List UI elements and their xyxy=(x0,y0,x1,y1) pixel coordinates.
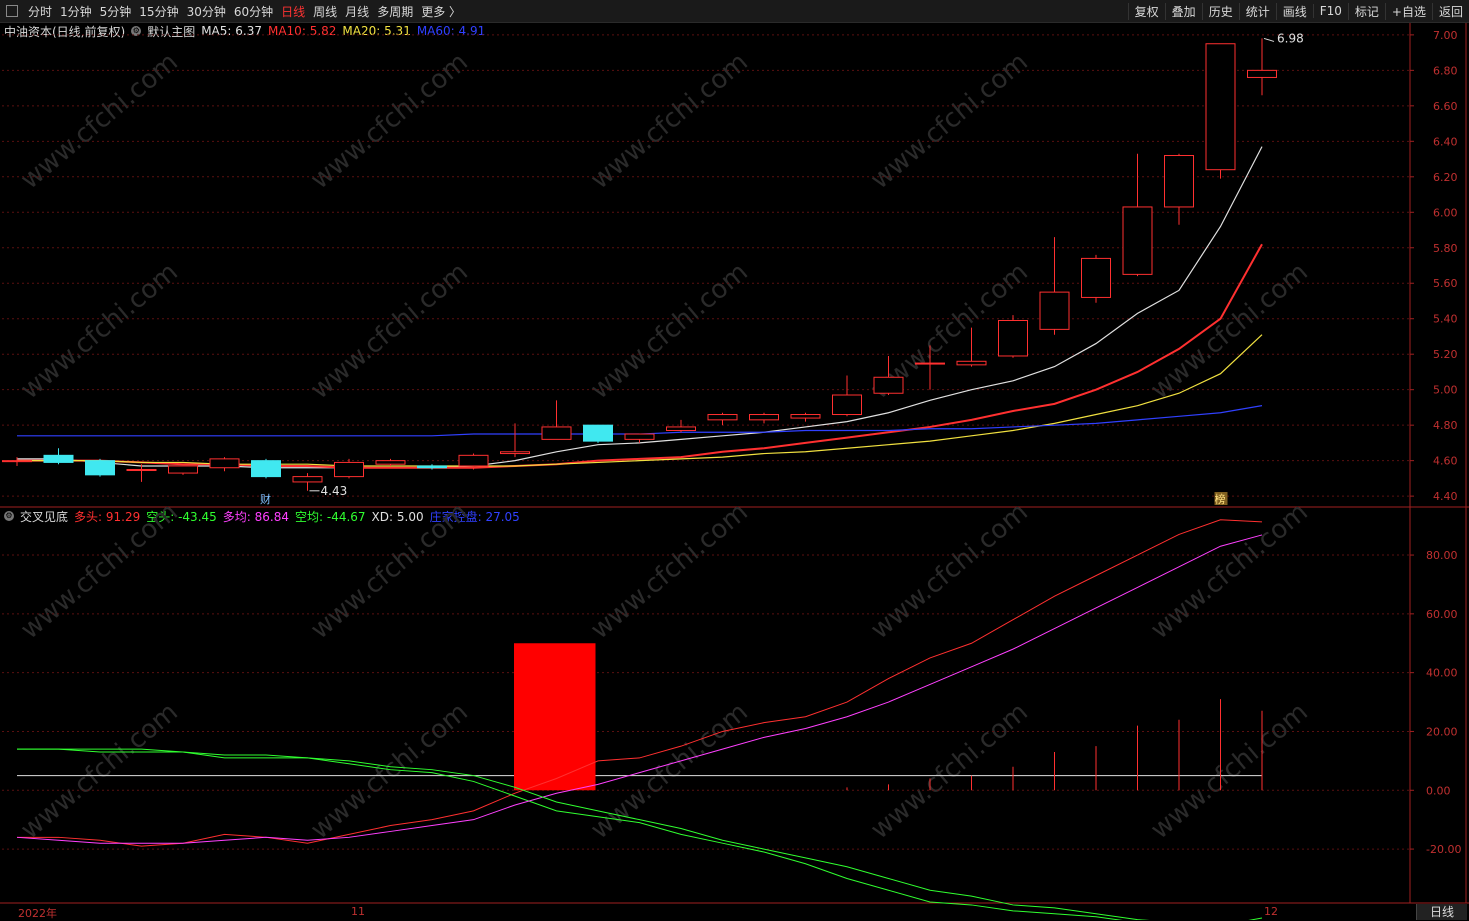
candle-body-5 xyxy=(209,458,240,469)
candle-body-19 xyxy=(790,414,821,419)
main-tick-label-10: 5.00 xyxy=(1433,384,1458,397)
candle-body-6 xyxy=(251,460,281,478)
watermark-16: www.cfchi.com xyxy=(585,697,754,845)
candle-body-16 xyxy=(666,426,696,431)
candle-body-28 xyxy=(1164,155,1194,208)
candle-body-12 xyxy=(500,451,530,455)
sub-tick-label-2: 40.00 xyxy=(1426,667,1458,680)
candle-body-20 xyxy=(832,394,862,416)
main-tick-label-0: 7.00 xyxy=(1433,29,1458,42)
main-tick-label-1: 6.80 xyxy=(1433,64,1458,77)
candle-body-26 xyxy=(1081,257,1111,298)
indicator-line-空头-1 xyxy=(17,748,1263,920)
candle-body-23 xyxy=(956,360,987,366)
watermark-10: www.cfchi.com xyxy=(305,497,474,645)
candle-body-24 xyxy=(998,319,1028,357)
main-tick-label-13: 4.40 xyxy=(1433,490,1458,503)
main-tick-label-12: 4.60 xyxy=(1433,455,1458,468)
candle-body-13 xyxy=(541,426,572,440)
sub-tick-label-0: 80.00 xyxy=(1426,549,1458,562)
main-tick-label-11: 4.80 xyxy=(1433,419,1458,432)
candle-body-15 xyxy=(624,433,655,440)
candle-body-3 xyxy=(126,469,157,472)
main-tick-label-3: 6.40 xyxy=(1433,135,1458,148)
ma-line-MA60 xyxy=(17,405,1263,437)
watermark-6: www.cfchi.com xyxy=(585,257,754,405)
candle-body-29 xyxy=(1205,43,1236,171)
candle-body-8 xyxy=(334,461,364,478)
candle-body-17 xyxy=(707,414,738,421)
main-tick-label-5: 6.00 xyxy=(1433,206,1458,219)
x-label-11: 11 xyxy=(351,905,365,918)
main-tick-label-9: 5.20 xyxy=(1433,348,1458,361)
high-annotation: 6.98 xyxy=(1277,31,1304,45)
watermark-3: www.cfchi.com xyxy=(865,47,1034,195)
sub-tick-label-3: 20.00 xyxy=(1426,725,1458,738)
high-arrow xyxy=(1263,37,1275,42)
cross-signal-block xyxy=(514,643,596,791)
bang-marker: 榜 xyxy=(1215,492,1226,506)
sub-tick-label-1: 60.00 xyxy=(1426,608,1458,621)
watermark-12: www.cfchi.com xyxy=(865,497,1034,645)
candle-body-22 xyxy=(915,362,945,365)
main-tick-label-8: 5.40 xyxy=(1433,313,1458,326)
watermark-0: www.cfchi.com xyxy=(15,47,184,195)
candle-body-1 xyxy=(43,454,74,463)
watermark-18: www.cfchi.com xyxy=(1145,697,1314,845)
sub-tick-label-5: -20.00 xyxy=(1426,843,1461,856)
candle-body-18 xyxy=(749,414,779,421)
candle-body-11 xyxy=(458,454,489,467)
low-annotation: 4.43 xyxy=(321,484,348,498)
watermark-17: www.cfchi.com xyxy=(865,697,1034,845)
main-tick-label-7: 5.60 xyxy=(1433,277,1458,290)
watermark-14: www.cfchi.com xyxy=(15,697,184,845)
candle-body-7 xyxy=(292,476,323,483)
watermark-2: www.cfchi.com xyxy=(585,47,754,195)
candle-body-27 xyxy=(1122,206,1153,275)
watermark-1: www.cfchi.com xyxy=(305,47,474,195)
candle-body-0 xyxy=(2,460,32,463)
stock-chart[interactable]: www.cfchi.com www.cfchi.com www.cfchi.com w… xyxy=(0,0,1469,920)
candle-body-9 xyxy=(375,460,406,465)
cai-marker: 财 xyxy=(260,492,271,506)
indicator-line-空均-3 xyxy=(17,748,1150,920)
watermark-8: www.cfchi.com xyxy=(1145,257,1314,405)
candle-body-14 xyxy=(583,424,613,442)
watermark-5: www.cfchi.com xyxy=(305,257,474,405)
x-label-12: 12 xyxy=(1264,905,1278,918)
candle-body-4 xyxy=(168,465,198,474)
main-tick-label-2: 6.60 xyxy=(1433,100,1458,113)
watermark-9: www.cfchi.com xyxy=(15,497,184,645)
watermark-11: www.cfchi.com xyxy=(585,497,754,645)
candle-body-10 xyxy=(417,465,447,469)
sub-tick-label-4: 0.00 xyxy=(1426,784,1451,797)
x-label-2022: 2022年 xyxy=(18,907,57,920)
main-tick-label-4: 6.20 xyxy=(1433,171,1458,184)
period-tag[interactable]: 日线 xyxy=(1416,904,1467,920)
candle-body-21 xyxy=(873,376,904,394)
candle-body-30 xyxy=(1247,69,1277,78)
ma-line-MA5 xyxy=(17,146,1263,469)
candle-body-25 xyxy=(1039,291,1070,330)
candle-body-2 xyxy=(85,460,115,476)
watermark-4: www.cfchi.com xyxy=(15,257,184,405)
main-tick-label-6: 5.80 xyxy=(1433,242,1458,255)
